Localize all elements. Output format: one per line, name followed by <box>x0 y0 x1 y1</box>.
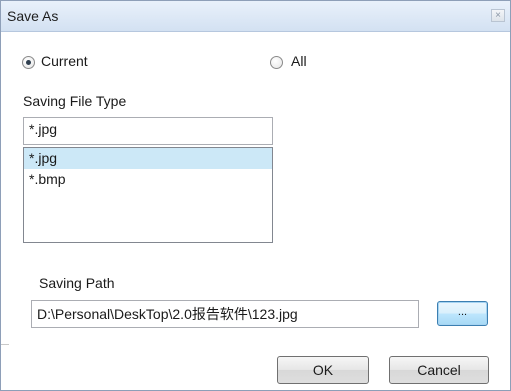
saving-path-field[interactable]: D:\Personal\DeskTop\2.0报告软件\123.jpg <box>31 300 419 328</box>
ok-button[interactable]: OK <box>277 356 369 384</box>
cancel-button-label: Cancel <box>417 362 461 378</box>
close-icon: × <box>495 10 501 21</box>
list-item-jpg[interactable]: *.jpg <box>24 148 272 169</box>
current-radio[interactable] <box>22 56 35 69</box>
save-as-dialog: Save As × Current All Saving File Type *… <box>0 0 511 391</box>
list-item-bmp[interactable]: *.bmp <box>24 169 272 190</box>
all-radio[interactable] <box>270 56 283 69</box>
close-button[interactable]: × <box>491 9 505 22</box>
cancel-button[interactable]: Cancel <box>389 356 489 384</box>
divider <box>1 344 9 345</box>
file-type-list[interactable]: *.jpg *.bmp <box>23 147 273 243</box>
all-radio-label[interactable]: All <box>291 53 307 69</box>
file-type-field-value: *.jpg <box>29 121 58 137</box>
list-item-label: *.jpg <box>29 150 58 166</box>
title-bar[interactable]: Save As × <box>1 1 510 32</box>
list-item-label: *.bmp <box>29 171 66 187</box>
ok-button-label: OK <box>312 362 334 378</box>
saving-path-label: Saving Path <box>39 275 115 291</box>
browse-button[interactable]: ... <box>437 301 488 326</box>
file-type-field[interactable]: *.jpg <box>23 117 273 145</box>
browse-button-label: ... <box>457 306 468 318</box>
window-title: Save As <box>7 8 59 24</box>
saving-file-type-label: Saving File Type <box>23 93 127 109</box>
current-radio-label[interactable]: Current <box>41 53 88 69</box>
saving-path-value: D:\Personal\DeskTop\2.0报告软件\123.jpg <box>37 306 298 322</box>
